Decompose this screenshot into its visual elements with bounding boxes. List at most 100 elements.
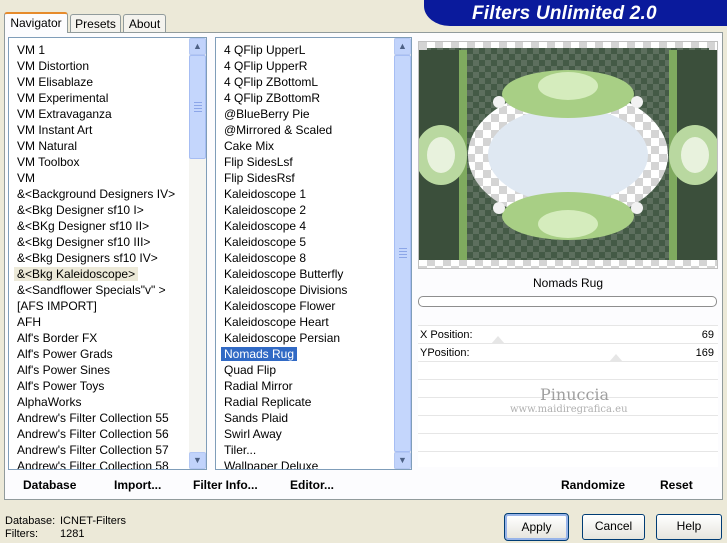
list-item[interactable]: AFH [9,314,189,330]
list-item-label: VM Natural [17,139,78,153]
apply-button[interactable]: Apply [504,513,569,541]
list-item[interactable]: Radial Mirror [216,378,394,394]
list-item[interactable]: Radial Replicate [216,394,394,410]
list-item-label: &<Bkg Designer sf10 III> [17,235,151,249]
list-item-label: @BlueBerry Pie [224,107,310,121]
list-item[interactable]: Kaleidoscope 4 [216,218,394,234]
list-item[interactable]: Cake Mix [216,138,394,154]
list-item[interactable]: Andrew's Filter Collection 57 [9,442,189,458]
list-item[interactable]: Sands Plaid [216,410,394,426]
list-item[interactable]: VM Extravaganza [9,106,189,122]
watermark-title: Pinuccia [540,385,610,404]
slider-label: YPosition: [420,347,470,359]
list-item-label: [AFS IMPORT] [17,299,97,313]
list-item[interactable]: 4 QFlip UpperR [216,58,394,74]
scroll-down-icon[interactable]: ▼ [189,452,206,469]
help-button[interactable]: Help [656,514,722,540]
list-item[interactable]: Tiler... [216,442,394,458]
list-item-label: Kaleidoscope Butterfly [224,267,344,281]
list-item[interactable]: Swirl Away [216,426,394,442]
filter-scrollbar[interactable]: ▲ ▼ [394,38,411,469]
list-item[interactable]: VM Experimental [9,90,189,106]
list-item[interactable]: &<BKg Designer sf10 II> [9,218,189,234]
list-item[interactable]: Kaleidoscope 1 [216,186,394,202]
list-item-label: Andrew's Filter Collection 55 [17,411,169,425]
list-item-label: VM Elisablaze [17,75,94,89]
list-item[interactable]: VM 1 [9,42,189,58]
import-button[interactable]: Import... [114,478,161,492]
list-item[interactable]: &<Bkg Kaleidoscope> [9,266,189,282]
app-banner: Filters Unlimited 2.0 [424,0,727,26]
list-item[interactable]: Alf's Power Sines [9,362,189,378]
list-item[interactable]: VM Instant Art [9,122,189,138]
list-item-label: VM Toolbox [17,155,80,169]
list-item[interactable]: Kaleidoscope Divisions [216,282,394,298]
randomize-button[interactable]: Randomize [561,478,625,492]
list-item[interactable]: Kaleidoscope 5 [216,234,394,250]
list-item[interactable]: 4 QFlip UpperL [216,42,394,58]
scroll-down-icon[interactable]: ▼ [394,452,411,469]
list-item[interactable]: Wallpaper Deluxe [216,458,394,469]
editor-button[interactable]: Editor... [290,478,334,492]
watermark-url: www.maidiregrafica.eu [510,404,628,415]
list-item-label: Andrew's Filter Collection 58 [17,459,169,470]
tab-about[interactable]: About [123,14,166,33]
list-item[interactable]: Nomads Rug [216,346,394,362]
list-item-label: VM [17,171,35,185]
slider-value: 169 [695,347,714,359]
status-database-label: Database: [5,515,56,527]
list-item[interactable]: &<Bkg Designer sf10 I> [9,202,189,218]
scroll-up-icon[interactable]: ▲ [394,38,411,55]
list-item-label: Sands Plaid [224,411,289,425]
list-item[interactable]: &<Bkg Designers sf10 IV> [9,250,189,266]
list-item[interactable]: Alf's Border FX [9,330,189,346]
slider-y-position[interactable]: YPosition: 169 [418,343,718,361]
slider-x-position[interactable]: X Position: 69 [418,325,718,343]
list-item[interactable]: @BlueBerry Pie [216,106,394,122]
cancel-button[interactable]: Cancel [582,514,645,540]
filter-info-button[interactable]: Filter Info... [193,478,258,492]
list-item[interactable]: Kaleidoscope Persian [216,330,394,346]
list-item[interactable]: Kaleidoscope 2 [216,202,394,218]
scroll-thumb[interactable] [394,55,411,452]
scroll-up-icon[interactable]: ▲ [189,38,206,55]
list-item[interactable]: VM Toolbox [9,154,189,170]
list-item[interactable]: VM Elisablaze [9,74,189,90]
scroll-thumb[interactable] [189,55,206,159]
list-item[interactable]: &<Background Designers IV> [9,186,189,202]
list-item[interactable]: Kaleidoscope Butterfly [216,266,394,282]
tab-navigator[interactable]: Navigator [4,12,68,33]
list-item[interactable]: @Mirrored & Scaled [216,122,394,138]
tab-presets[interactable]: Presets [70,14,121,33]
filter-list[interactable]: 4 QFlip UpperL 4 QFlip UpperR 4 QFlip ZBot… [215,37,412,470]
list-item[interactable]: Flip SidesRsf [216,170,394,186]
list-item[interactable]: &<Bkg Designer sf10 III> [9,234,189,250]
list-item[interactable]: VM Distortion [9,58,189,74]
list-item[interactable]: 4 QFlip ZBottomL [216,74,394,90]
list-item-label: Kaleidoscope Flower [224,299,336,313]
list-item[interactable]: Andrew's Filter Collection 58 [9,458,189,470]
list-item[interactable]: Andrew's Filter Collection 55 [9,410,189,426]
category-scrollbar[interactable]: ▲ ▼ [189,38,206,469]
list-item[interactable]: VM [9,170,189,186]
list-item[interactable]: Andrew's Filter Collection 56 [9,426,189,442]
reset-button[interactable]: Reset [660,478,693,492]
list-item[interactable]: &<Sandflower Specials"v" > [9,282,189,298]
list-item[interactable]: [AFS IMPORT] [9,298,189,314]
list-item[interactable]: Kaleidoscope Heart [216,314,394,330]
list-item[interactable]: Alf's Power Toys [9,378,189,394]
list-item[interactable]: AlphaWorks [9,394,189,410]
list-item-label: VM Extravaganza [17,107,112,121]
slider-empty [418,361,718,379]
list-item[interactable]: VM Natural [9,138,189,154]
list-item[interactable]: 4 QFlip ZBottomR [216,90,394,106]
list-item-label: Radial Mirror [224,379,293,393]
list-item[interactable]: Kaleidoscope 8 [216,250,394,266]
database-button[interactable]: Database [23,478,76,492]
list-item[interactable]: Kaleidoscope Flower [216,298,394,314]
category-list[interactable]: VM 1 VM Distortion VM Elisablaze VM Experim… [8,37,207,470]
list-item[interactable]: Alf's Power Grads [9,346,189,362]
list-item[interactable]: Flip SidesLsf [216,154,394,170]
list-item-label: Kaleidoscope 4 [224,219,307,233]
list-item[interactable]: Quad Flip [216,362,394,378]
